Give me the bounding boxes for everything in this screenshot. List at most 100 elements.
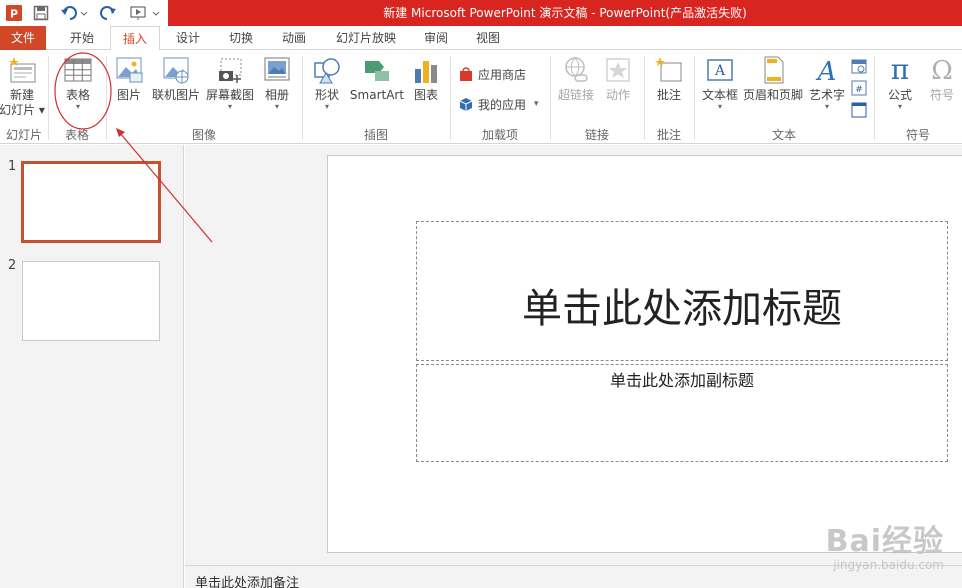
pi-icon: π <box>884 54 916 86</box>
redo-icon[interactable] <box>98 3 120 23</box>
screenshot-label: 屏幕截图 <box>205 88 254 102</box>
comment-icon <box>653 54 685 86</box>
chart-button[interactable]: 图表 <box>410 54 442 103</box>
thumbnail-number: 1 <box>8 159 17 174</box>
svg-text:Ω: Ω <box>931 56 953 85</box>
my-apps-icon <box>458 96 474 112</box>
shapes-icon <box>311 54 343 86</box>
new-slide-button[interactable]: 新建 幻灯片 ▾ <box>0 54 45 118</box>
header-footer-label: 页眉和页脚 <box>742 88 803 102</box>
comment-button[interactable]: 批注 <box>652 54 686 103</box>
action-label: 动作 <box>605 88 630 102</box>
picture-icon <box>113 54 145 86</box>
group-label-symbols: 符号 <box>905 128 930 142</box>
svg-text:A: A <box>714 63 726 79</box>
album-dropdown-icon: ▾ <box>274 102 279 111</box>
title-bar: 新建 Microsoft PowerPoint 演示文稿 - PowerPoin… <box>0 0 962 26</box>
date-time-button[interactable] <box>851 56 871 76</box>
picture-label: 图片 <box>116 88 141 102</box>
slide-number-button[interactable]: # <box>851 78 871 98</box>
table-label: 表格 <box>65 88 90 102</box>
group-label-images: 图像 <box>191 128 216 142</box>
my-apps-dropdown-icon: ▾ <box>534 99 539 109</box>
ribbon-insert: 新建 幻灯片 ▾ 表格 ▾ 图片 联机图片 屏幕截图 ▾ 相册 ▾ 形状 ▾ S… <box>0 50 962 144</box>
group-label-illustrations: 插图 <box>363 128 388 142</box>
equation-button[interactable]: π 公式 ▾ <box>882 54 918 111</box>
object-button[interactable] <box>851 100 871 120</box>
header-footer-icon <box>757 54 789 86</box>
new-slide-label-line2: 幻灯片 ▾ <box>0 103 45 117</box>
online-picture-icon <box>160 54 192 86</box>
symbol-label: 符号 <box>929 88 954 102</box>
title-placeholder[interactable]: 单击此处添加标题 <box>416 221 948 361</box>
album-button[interactable]: 相册 ▾ <box>260 54 294 111</box>
table-button[interactable]: 表格 ▾ <box>60 54 96 111</box>
slide-thumbnail-pane: 1 2 <box>0 145 184 588</box>
table-icon <box>62 54 94 86</box>
tab-design[interactable]: 设计 <box>164 26 212 50</box>
new-slide-label-line1: 新建 <box>9 88 34 102</box>
comment-label: 批注 <box>656 88 681 102</box>
office-store-button[interactable]: 应用商店 <box>458 64 526 84</box>
my-apps-label: 我的应用 <box>478 97 527 112</box>
action-icon <box>602 54 634 86</box>
screenshot-icon <box>214 54 246 86</box>
action-button[interactable]: 动作 <box>600 54 636 103</box>
shapes-button[interactable]: 形状 ▾ <box>310 54 344 111</box>
hyperlink-icon <box>560 54 592 86</box>
symbol-button[interactable]: Ω 符号 <box>924 54 960 103</box>
new-slide-icon <box>6 54 38 86</box>
tab-animations[interactable]: 动画 <box>270 26 318 50</box>
slide-thumbnail-1[interactable] <box>21 161 161 243</box>
online-picture-button[interactable]: 联机图片 <box>150 54 202 103</box>
svg-text:π: π <box>891 55 909 85</box>
screenshot-button[interactable]: 屏幕截图 ▾ <box>204 54 256 111</box>
svg-text:P: P <box>10 8 18 21</box>
wordart-button[interactable]: A 艺术字 ▾ <box>806 54 848 111</box>
group-label-slides: 幻灯片 <box>5 128 42 142</box>
textbox-button[interactable]: A 文本框 ▾ <box>700 54 740 111</box>
tab-slideshow[interactable]: 幻灯片放映 <box>326 26 406 50</box>
watermark-brand: Bai经验 <box>825 524 944 559</box>
smartart-icon <box>361 54 393 86</box>
hyperlink-label: 超链接 <box>557 88 594 102</box>
tab-home[interactable]: 开始 <box>56 26 108 50</box>
store-icon <box>458 66 474 82</box>
thumbnail-number: 2 <box>8 258 17 273</box>
album-label: 相册 <box>264 88 289 102</box>
group-label-addins: 加载项 <box>481 128 518 142</box>
shapes-dropdown-icon: ▾ <box>324 102 329 111</box>
group-label-comments: 批注 <box>656 128 681 142</box>
slide-number-icon: # <box>851 80 867 96</box>
my-apps-button[interactable]: 我的应用 ▾ <box>458 94 539 114</box>
textbox-icon: A <box>704 54 736 86</box>
header-footer-button[interactable]: 页眉和页脚 <box>742 54 804 103</box>
powerpoint-logo-icon[interactable]: P <box>4 3 24 23</box>
powerpoint-window: 新建 Microsoft PowerPoint 演示文稿 - PowerPoin… <box>0 0 962 588</box>
slide-editing-area: 单击此处添加标题 单击此处添加副标题 <box>185 145 962 565</box>
svg-text:A: A <box>816 57 837 85</box>
picture-button[interactable]: 图片 <box>112 54 146 103</box>
start-slideshow-icon[interactable] <box>128 3 164 23</box>
subtitle-placeholder[interactable]: 单击此处添加副标题 <box>416 364 948 462</box>
undo-icon[interactable] <box>58 3 90 23</box>
object-icon <box>851 102 867 118</box>
wordart-label: 艺术字 <box>808 88 845 102</box>
tab-review[interactable]: 审阅 <box>414 26 458 50</box>
omega-icon: Ω <box>926 54 958 86</box>
album-icon <box>261 54 293 86</box>
smartart-button[interactable]: SmartArt <box>350 54 404 103</box>
slide-canvas[interactable]: 单击此处添加标题 单击此处添加副标题 <box>327 155 962 553</box>
textbox-label: 文本框 <box>701 88 738 102</box>
chart-icon <box>410 54 442 86</box>
screenshot-dropdown-icon: ▾ <box>227 102 232 111</box>
tab-file[interactable]: 文件 <box>0 26 46 50</box>
tab-insert[interactable]: 插入 <box>110 26 160 51</box>
hyperlink-button[interactable]: 超链接 <box>556 54 596 103</box>
tab-view[interactable]: 视图 <box>466 26 510 50</box>
save-icon[interactable] <box>30 3 52 23</box>
group-label-text: 文本 <box>771 128 796 142</box>
tab-transitions[interactable]: 切换 <box>216 26 266 50</box>
window-title: 新建 Microsoft PowerPoint 演示文稿 - PowerPoin… <box>383 6 747 20</box>
slide-thumbnail-2[interactable] <box>22 261 160 341</box>
